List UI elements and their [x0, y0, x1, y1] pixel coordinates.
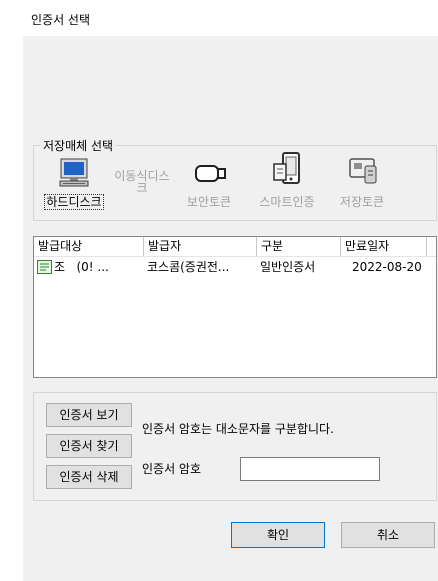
column-subject[interactable]: 발급대상	[34, 237, 144, 256]
cell-subject: 조 (0! ...	[54, 260, 109, 274]
media-storage-token-label: 저장토큰	[339, 195, 385, 209]
storage-token-icon	[348, 156, 378, 189]
password-label: 인증서 암호	[142, 462, 202, 476]
cell-issuer: 코스콤(증권전...	[147, 260, 230, 274]
find-certificate-button[interactable]: 인증서 찾기	[46, 434, 132, 458]
table-row[interactable]: 조 (0! ... 코스콤(증권전... 일반인증서 2022-08-20	[34, 258, 436, 276]
delete-certificate-button[interactable]: 인증서 삭제	[46, 465, 132, 489]
storage-media-legend: 저장매체 선택	[40, 137, 117, 154]
cell-expiry: 2022-08-20	[352, 260, 422, 274]
background-edge	[0, 0, 23, 581]
media-security-token[interactable]: 보안토큰	[171, 158, 247, 218]
cell-type: 일반인증서	[260, 260, 316, 274]
media-removable-disk-label: 이동식디스 크	[114, 169, 170, 195]
column-expiry[interactable]: 만료일자	[341, 237, 427, 256]
storage-media-group: 저장매체 선택 하드디스크 이동식디스 크 보안토큰 스마트인증 저장토큰	[33, 137, 437, 221]
media-smart-auth[interactable]: 스마트인증	[249, 152, 325, 218]
column-issuer[interactable]: 발급자	[144, 237, 257, 256]
certificate-list[interactable]: 발급대상 발급자 구분 만료일자 조 (0! ... 코스콤(증권전... 일반…	[33, 236, 437, 378]
media-smart-auth-label: 스마트인증	[259, 195, 315, 209]
actions-group: 인증서 보기 인증서 찾기 인증서 삭제 인증서 암호는 대소문자를 구분합니다…	[33, 392, 437, 501]
media-hard-disk-label: 하드디스크	[44, 194, 104, 210]
title-bar: 인증서 선택	[23, 0, 438, 36]
password-input[interactable]	[240, 457, 380, 481]
certificate-list-header: 발급대상 발급자 구분 만료일자	[34, 237, 436, 257]
view-certificate-button[interactable]: 인증서 보기	[46, 403, 132, 427]
cancel-button[interactable]: 취소	[341, 522, 435, 548]
ok-button[interactable]: 확인	[231, 522, 325, 548]
usb-token-icon	[195, 164, 227, 187]
media-security-token-label: 보안토큰	[186, 195, 232, 209]
media-storage-token[interactable]: 저장토큰	[324, 152, 400, 218]
smartphone-icon	[271, 152, 303, 189]
column-type[interactable]: 구분	[257, 237, 341, 256]
certificate-dialog: 인증서 선택 저장매체 선택 하드디스크 이동식디스 크 보안토큰 스마트인증 …	[23, 0, 438, 581]
certificate-icon	[37, 260, 52, 279]
password-notice: 인증서 암호는 대소문자를 구분합니다.	[142, 422, 334, 436]
dialog-title: 인증서 선택	[31, 13, 91, 27]
media-hard-disk[interactable]: 하드디스크	[36, 158, 112, 218]
media-removable-disk[interactable]: 이동식디스 크	[104, 158, 180, 218]
monitor-icon	[58, 158, 90, 191]
